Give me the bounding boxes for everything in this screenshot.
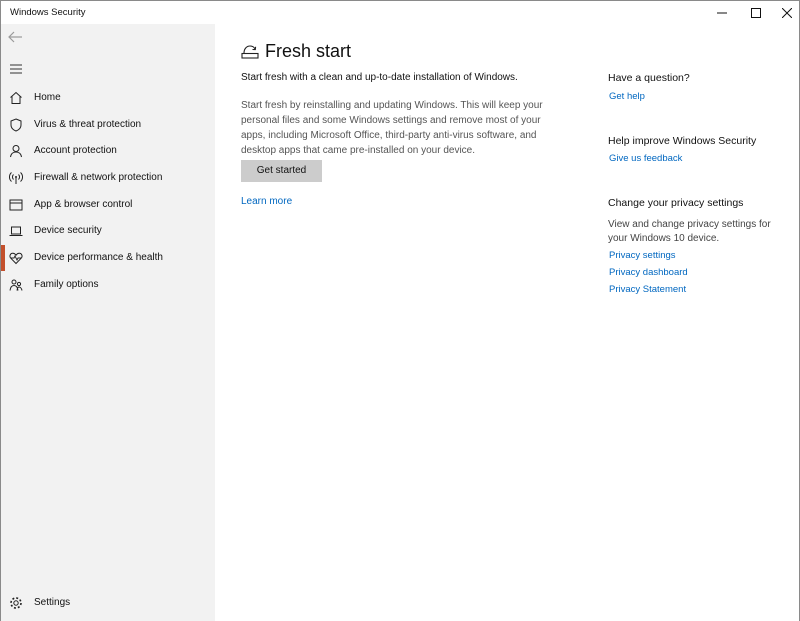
sidebar-item-label: Settings (34, 597, 71, 608)
sidebar-item-label: Account protection (34, 145, 117, 156)
title-bar[interactable]: Windows Security (1, 1, 799, 24)
minimize-icon (717, 12, 727, 13)
privacy-settings-link[interactable]: Privacy settings (609, 250, 676, 261)
intro-text: Start fresh with a clean and up-to-date … (241, 72, 518, 83)
minimize-button[interactable] (703, 1, 741, 24)
sidebar-item-label: App & browser control (34, 199, 133, 210)
back-button[interactable] (7, 30, 25, 44)
privacy-text: View and change privacy settings for you… (608, 219, 771, 244)
main-content: Fresh start Start fresh with a clean and… (215, 24, 799, 621)
privacy-statement-link[interactable]: Privacy Statement (609, 284, 686, 295)
hamburger-icon (10, 64, 22, 74)
sidebar-item-virus-threat-protection[interactable]: Virus & threat protection (1, 112, 215, 138)
sidebar-item-label: Home (34, 92, 61, 103)
sidebar-item-family-options[interactable]: Family options (1, 272, 215, 298)
get-started-button[interactable]: Get started (241, 160, 322, 182)
sidebar-item-device-security[interactable]: Device security (1, 218, 215, 244)
sidebar-item-app-browser-control[interactable]: App & browser control (1, 192, 215, 218)
shield-icon (9, 118, 23, 132)
heart-pulse-icon (9, 251, 23, 265)
person-icon (9, 144, 23, 158)
sidebar-item-firewall-network-protection[interactable]: Firewall & network protection (1, 165, 215, 191)
sidebar-item-account-protection[interactable]: Account protection (1, 138, 215, 164)
sidebar-item-device-performance-health[interactable]: Device performance & health (1, 245, 215, 271)
learn-more-link[interactable]: Learn more (241, 196, 292, 207)
sidebar-item-label: Virus & threat protection (34, 119, 142, 130)
page-title: Fresh start (265, 41, 352, 61)
app-window: Windows Security Home Virus & threat pro… (0, 0, 800, 621)
maximize-icon (751, 7, 761, 18)
privacy-dashboard-link[interactable]: Privacy dashboard (609, 267, 688, 278)
active-indicator (1, 245, 5, 271)
laptop-icon (9, 224, 23, 238)
fresh-start-icon (241, 43, 259, 59)
back-arrow-icon (8, 31, 22, 43)
browser-window-icon (9, 198, 23, 212)
privacy-heading: Change your privacy settings (608, 197, 744, 209)
improve-heading: Help improve Windows Security (608, 135, 757, 147)
gear-icon (9, 596, 23, 610)
sidebar-item-label: Device performance & health (34, 252, 163, 263)
close-icon (782, 7, 792, 18)
sidebar-item-label: Firewall & network protection (34, 172, 163, 183)
sidebar-item-home[interactable]: Home (1, 85, 215, 111)
question-heading: Have a question? (608, 72, 690, 84)
sidebar-item-label: Device security (34, 225, 102, 236)
give-feedback-link[interactable]: Give us feedback (609, 153, 682, 164)
hamburger-menu-button[interactable] (9, 62, 23, 74)
sidebar-item-settings[interactable]: Settings (1, 590, 215, 616)
get-help-link[interactable]: Get help (609, 91, 645, 102)
sidebar: Home Virus & threat protection Account p… (1, 24, 215, 621)
window-title: Windows Security (10, 7, 86, 18)
close-button[interactable] (768, 1, 800, 24)
description-text: Start fresh by reinstalling and updating… (241, 100, 543, 156)
sidebar-item-label: Family options (34, 279, 99, 290)
home-icon (9, 91, 23, 105)
family-icon (9, 278, 23, 292)
antenna-icon (9, 171, 23, 185)
